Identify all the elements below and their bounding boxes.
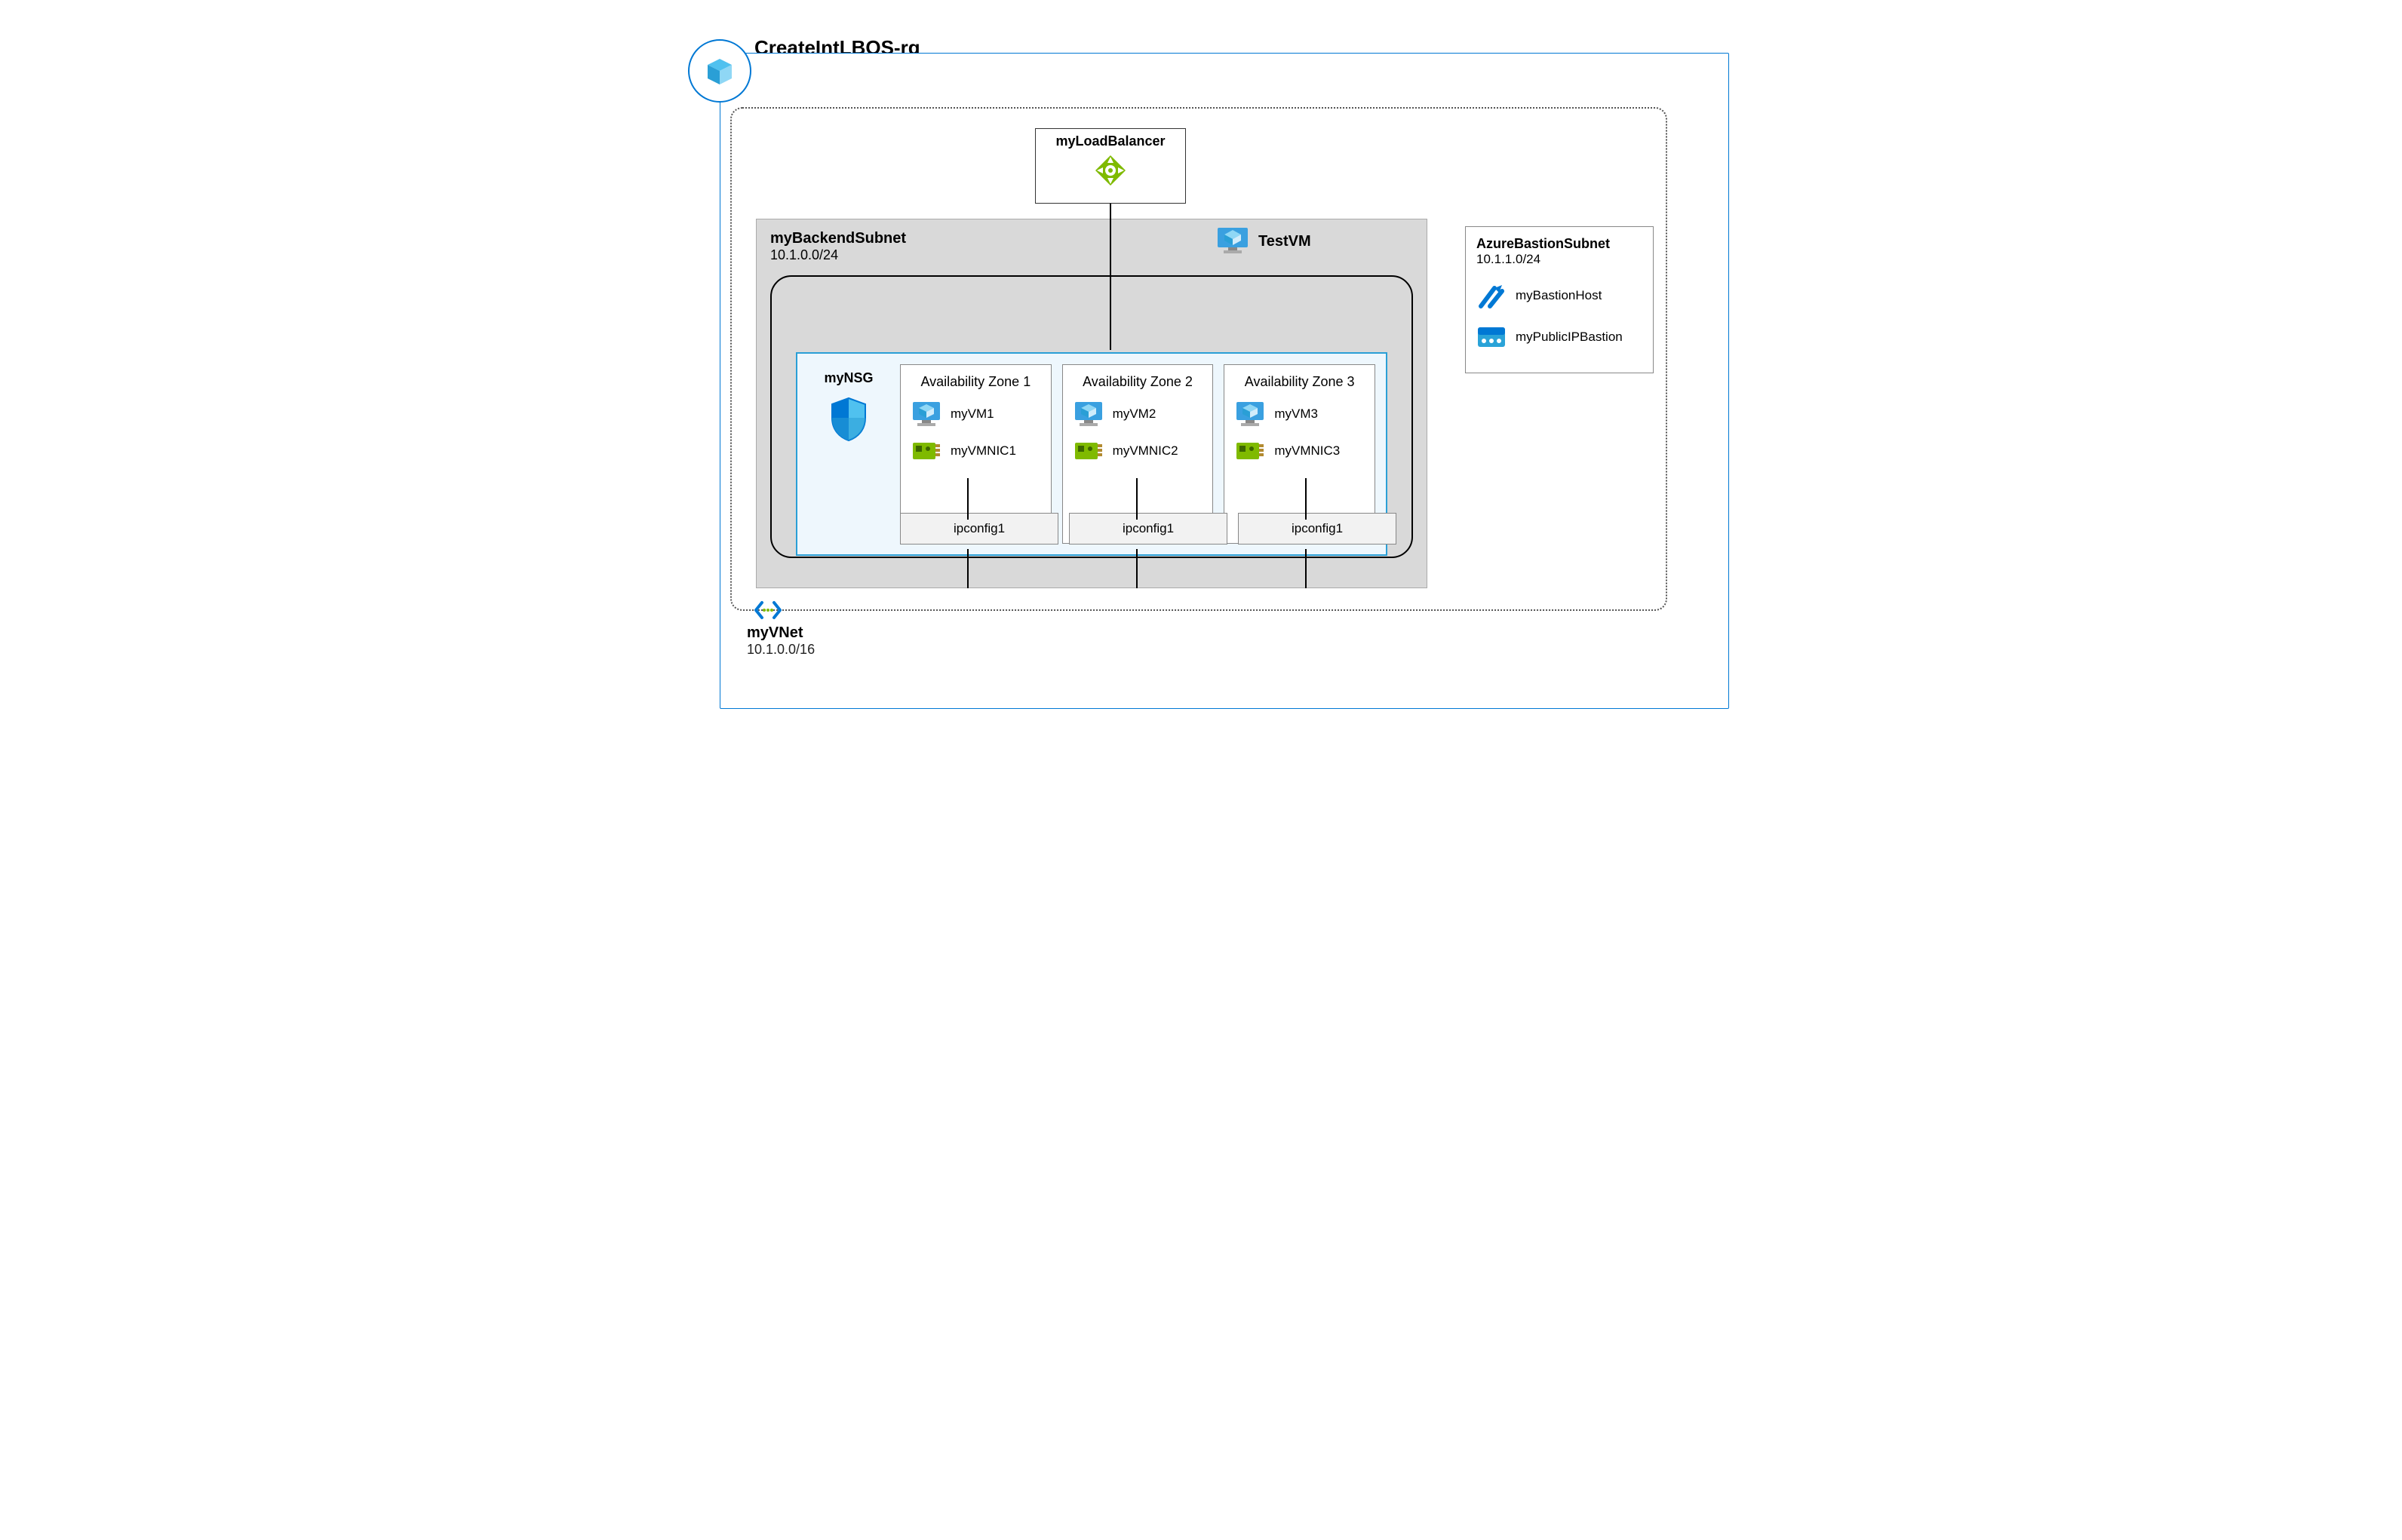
ipconfig-row: ipconfig1 ipconfig1 ipconfig1 [900,513,1396,545]
az2-nic-name: myVMNIC2 [1113,443,1178,459]
bastion-subnet-name: AzureBastionSubnet [1476,236,1642,252]
az1-nic-name: myVMNIC1 [951,443,1016,459]
az2-title: Availability Zone 2 [1074,374,1203,390]
nic-icon [1074,438,1104,464]
az3-nic-row: myVMNIC3 [1235,438,1364,464]
connector-line [1110,275,1111,350]
az3-vm-name: myVM3 [1274,406,1318,422]
connector-line [1305,549,1307,588]
connector-line [1110,204,1111,275]
nic-icon [911,438,941,464]
az3-vm-row: myVM3 [1235,400,1364,428]
ipconfig-2: ipconfig1 [1069,513,1227,545]
bastion-icon [1476,281,1507,311]
vnet-name: myVNet [747,624,815,642]
az2-vm-name: myVM2 [1113,406,1156,422]
bastion-pip-row: myPublicIPBastion [1476,324,1642,350]
nsg-name: myNSG [824,370,873,386]
diagram-canvas: CreateIntLBQS-rg myVNet 10.1.0.0/16 [673,30,1729,709]
az3-nic-name: myVMNIC3 [1274,443,1340,459]
vnet-label: myVNet 10.1.0.0/16 [747,624,815,658]
az2-nic-row: myVMNIC2 [1074,438,1203,464]
load-balancer-box: myLoadBalancer [1035,128,1186,204]
vnet-cidr: 10.1.0.0/16 [747,642,815,658]
public-ip-icon [1476,324,1507,350]
backend-subnet-cidr: 10.1.0.0/24 [770,247,1413,263]
connector-line [967,549,969,588]
backend-pool-frame: myNSG Availability Zone 1 [770,275,1413,558]
backend-subnet-name: myBackendSubnet [770,230,1413,247]
connector-line [1136,478,1138,520]
connector-line [1305,478,1307,520]
ipconfig-1: ipconfig1 [900,513,1058,545]
connector-line [1136,549,1138,588]
bastion-pip-name: myPublicIPBastion [1516,330,1623,345]
backend-subnet-box: myBackendSubnet 10.1.0.0/24 myNSG [756,219,1427,588]
test-vm: TestVM [1216,226,1311,256]
vm-icon [1074,400,1104,428]
az1-vm-name: myVM1 [951,406,994,422]
load-balancer-icon [1092,152,1129,189]
vnet-icon [753,600,783,624]
az1-vm-row: myVM1 [911,400,1040,428]
bastion-subnet-cidr: 10.1.1.0/24 [1476,252,1642,267]
cube-icon [703,54,736,87]
resource-group-icon [688,39,751,103]
az1-nic-row: myVMNIC1 [911,438,1040,464]
vm-icon [911,400,941,428]
shield-icon [829,397,868,442]
test-vm-name: TestVM [1258,233,1311,250]
vm-icon [1235,400,1265,428]
ipconfig-3: ipconfig1 [1238,513,1396,545]
connector-line [967,478,969,520]
az1-title: Availability Zone 1 [911,374,1040,390]
load-balancer-name: myLoadBalancer [1055,133,1165,149]
nic-icon [1235,438,1265,464]
bastion-host-name: myBastionHost [1516,288,1602,303]
az3-title: Availability Zone 3 [1235,374,1364,390]
bastion-subnet-box: AzureBastionSubnet 10.1.1.0/24 myBastion… [1465,226,1654,373]
az2-vm-row: myVM2 [1074,400,1203,428]
vm-icon [1216,226,1249,256]
bastion-host-row: myBastionHost [1476,281,1642,311]
nsg-label: myNSG [808,364,889,544]
